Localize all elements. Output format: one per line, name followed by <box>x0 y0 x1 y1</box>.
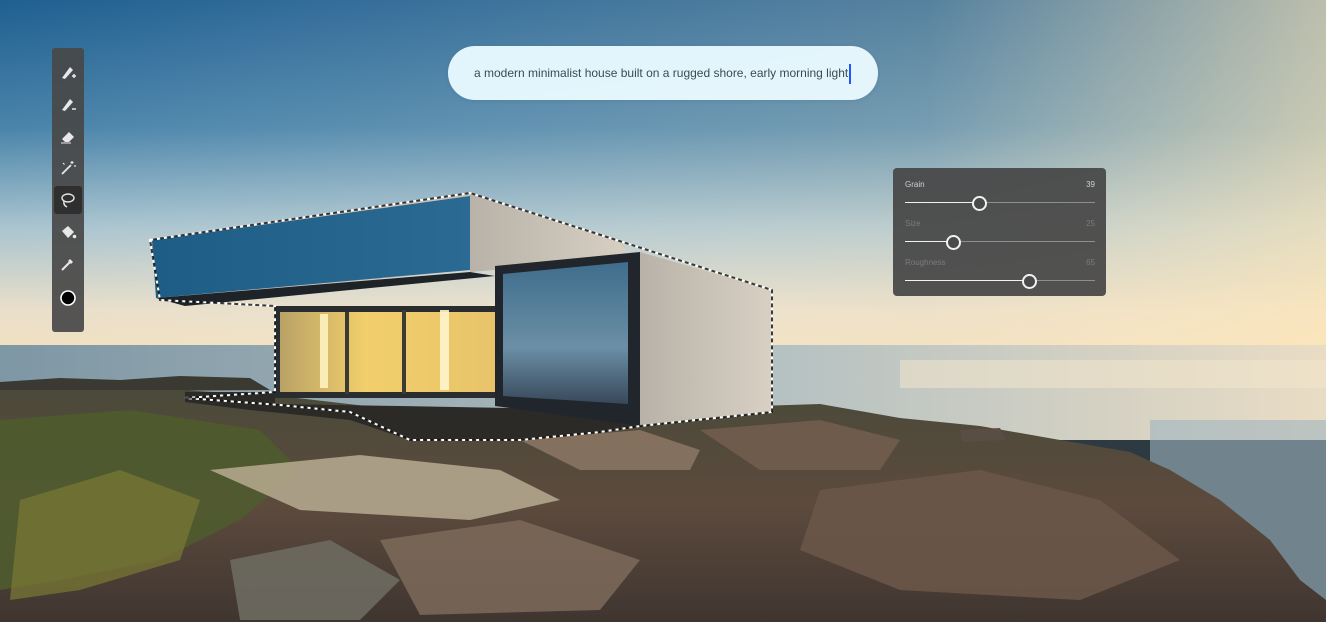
roughness-slider-thumb[interactable] <box>1022 274 1037 289</box>
eraser-icon[interactable] <box>54 122 82 150</box>
lasso-icon[interactable] <box>54 186 82 214</box>
grain-slider-fill <box>905 202 979 203</box>
editor-canvas[interactable]: a modern minimalist house built on a rug… <box>0 0 1326 622</box>
roughness-slider-track[interactable] <box>905 280 1095 281</box>
size-slider-thumb[interactable] <box>946 235 961 250</box>
prompt-input[interactable]: a modern minimalist house built on a rug… <box>448 46 878 100</box>
adjustments-panel: Grain 39 Size 25 Roughness 65 <box>893 168 1106 296</box>
grain-slider-track[interactable] <box>905 202 1095 203</box>
brush-subtract-icon[interactable] <box>54 90 82 118</box>
grain-value: 39 <box>1086 180 1095 189</box>
eyedropper-icon[interactable] <box>54 250 82 278</box>
text-cursor <box>849 63 852 84</box>
roughness-value: 65 <box>1086 258 1095 267</box>
roughness-label: Roughness <box>905 258 946 267</box>
tool-palette <box>52 48 84 332</box>
brush-add-icon[interactable] <box>54 58 82 86</box>
magic-wand-icon[interactable] <box>54 154 82 182</box>
paint-bucket-icon[interactable] <box>54 218 82 246</box>
prompt-text: a modern minimalist house built on a rug… <box>474 66 849 80</box>
grain-slider-thumb[interactable] <box>972 196 987 211</box>
size-slider-track[interactable] <box>905 241 1095 242</box>
size-value: 25 <box>1086 219 1095 228</box>
prompt-text-container: a modern minimalist house built on a rug… <box>474 46 852 100</box>
grain-label: Grain <box>905 180 925 189</box>
color-swatch-icon[interactable] <box>54 284 82 312</box>
roughness-slider-fill <box>905 280 1029 281</box>
size-label: Size <box>905 219 921 228</box>
